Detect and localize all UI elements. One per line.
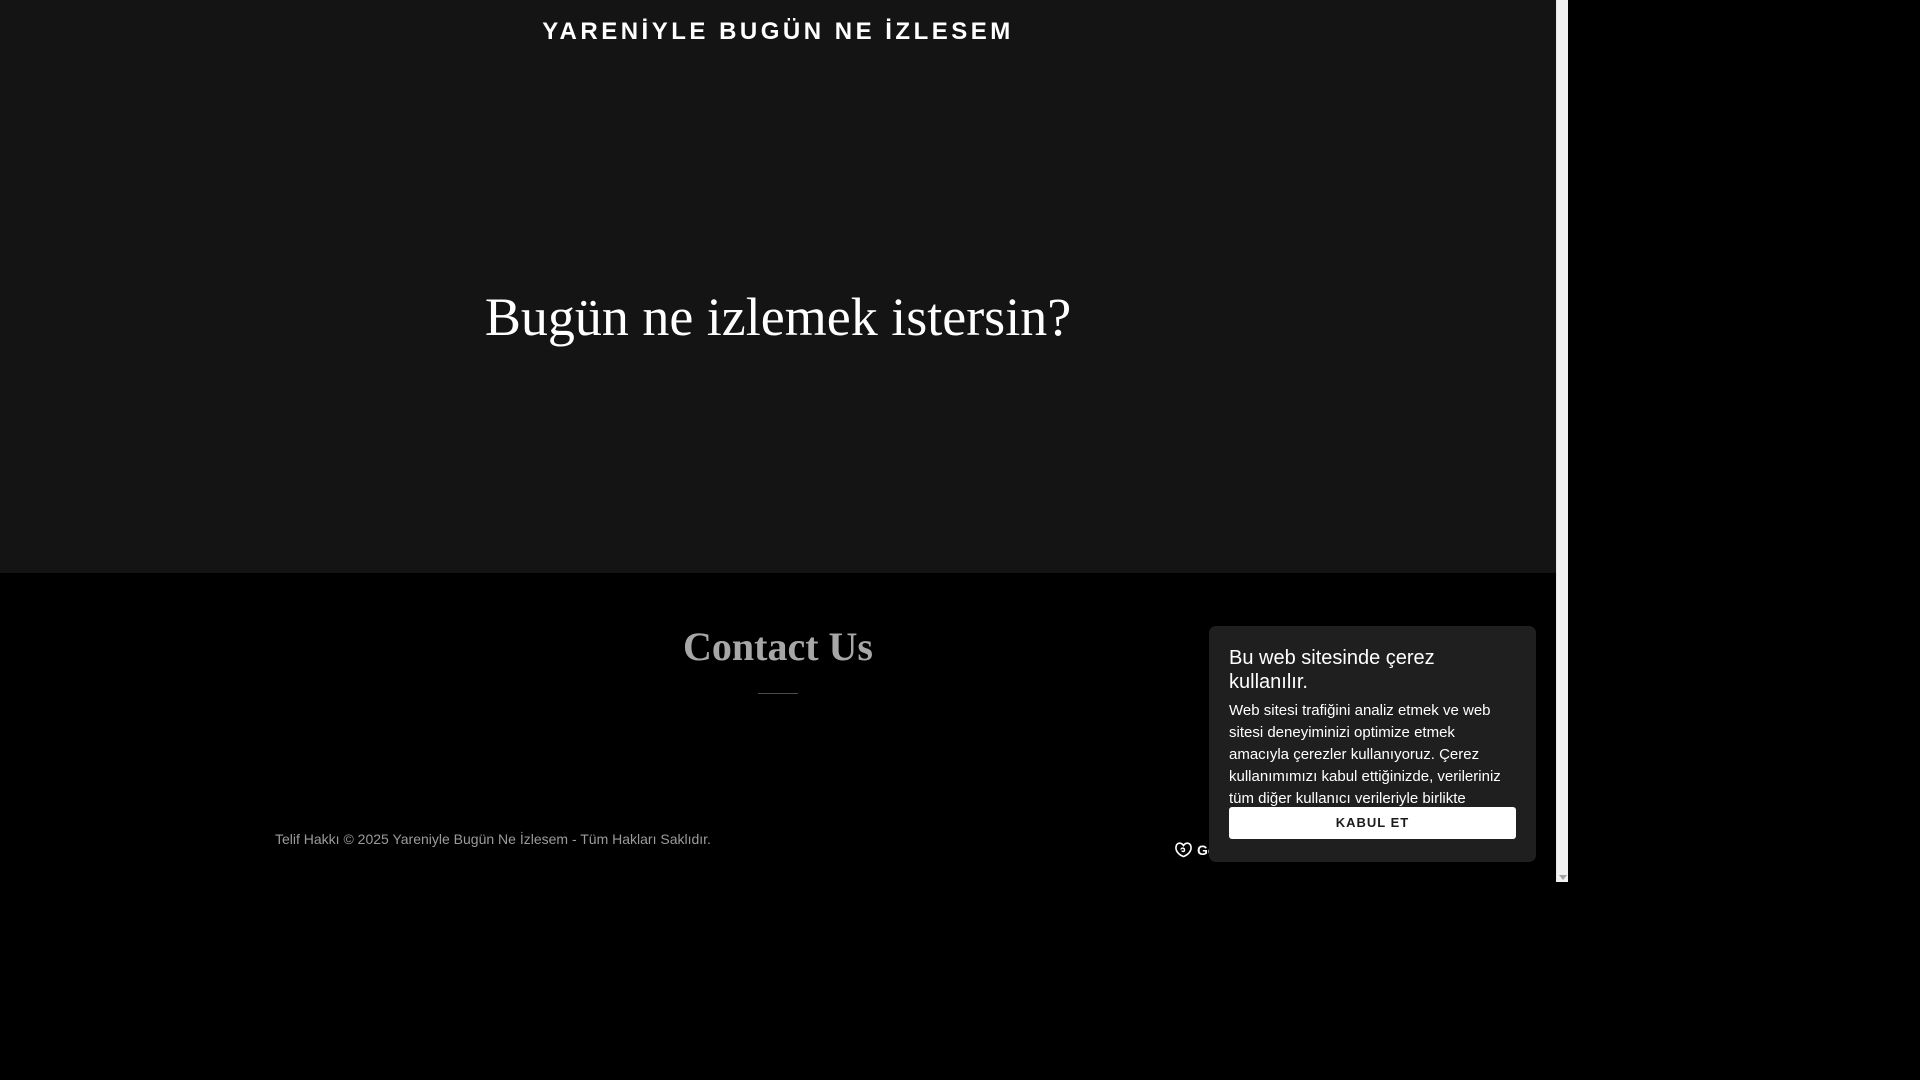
hero-section: YARENİYLE BUGÜN NE İZLESEM Bugün ne izle… bbox=[0, 0, 1556, 573]
cookie-banner-title: Bu web sitesinde çerez kullanılır. bbox=[1229, 647, 1435, 693]
godaddy-logo-icon bbox=[1174, 841, 1193, 858]
site-title[interactable]: YARENİYLE BUGÜN NE İZLESEM bbox=[0, 18, 1556, 46]
contact-divider bbox=[758, 693, 798, 694]
vertical-scrollbar[interactable] bbox=[1556, 0, 1568, 882]
cookie-banner: Bu web sitesinde çerez kullanılır. Web s… bbox=[1209, 626, 1536, 862]
scroll-down-arrow-icon[interactable] bbox=[1559, 875, 1567, 880]
accept-cookies-button[interactable]: KABUL ET bbox=[1229, 807, 1516, 839]
copyright-text: Telif Hakkı © 2025 Yareniyle Bugün Ne İz… bbox=[275, 831, 711, 847]
hero-headline: Bugün ne izlemek istersin? bbox=[484, 287, 1072, 347]
